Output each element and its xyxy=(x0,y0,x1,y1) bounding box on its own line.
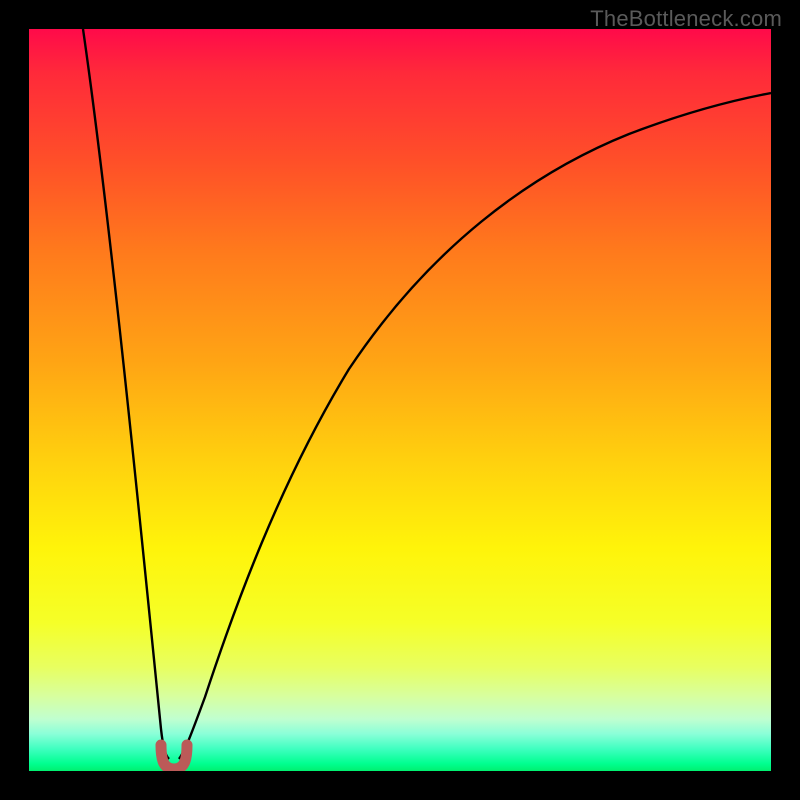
minimum-marker-icon xyxy=(161,745,187,769)
chart-frame: TheBottleneck.com xyxy=(0,0,800,800)
watermark-text: TheBottleneck.com xyxy=(590,6,782,32)
curve-right-branch xyxy=(179,93,771,759)
plot-area xyxy=(29,29,771,771)
bottleneck-curve xyxy=(29,29,771,771)
curve-left-branch xyxy=(83,29,169,759)
